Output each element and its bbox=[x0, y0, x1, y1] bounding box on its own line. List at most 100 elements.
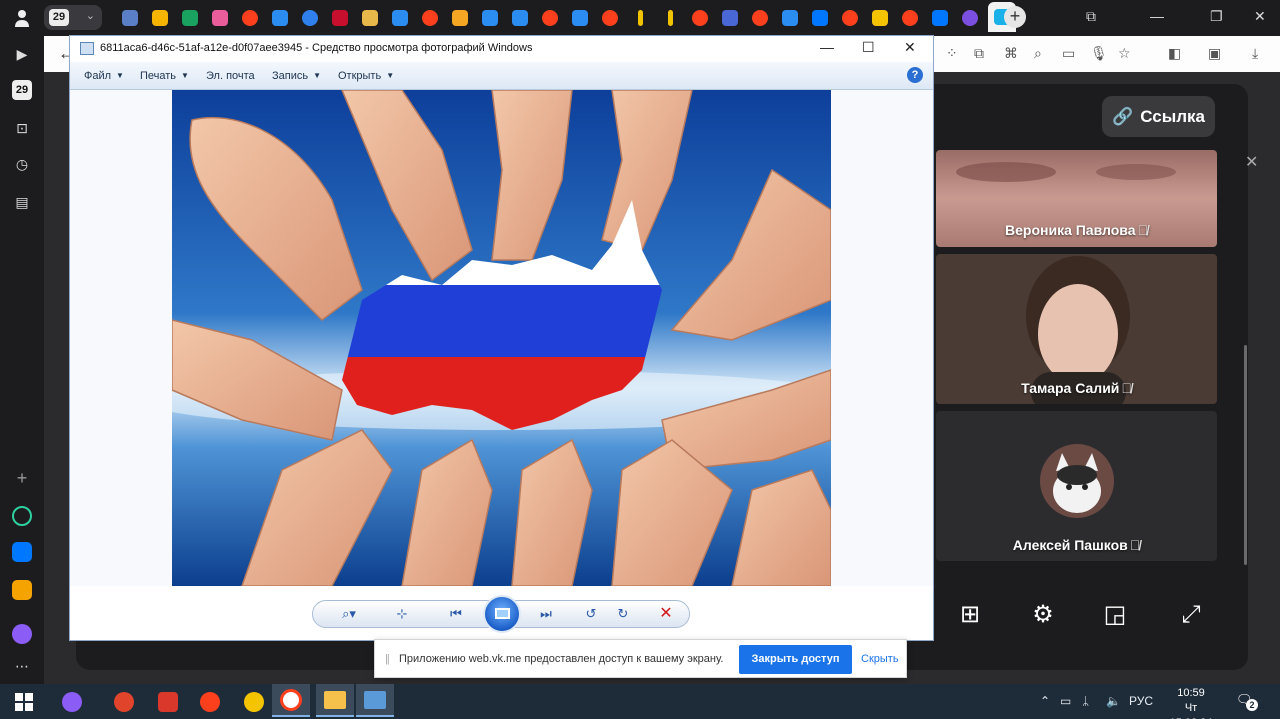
sidebar-toggle-icon[interactable]: ◧ bbox=[1168, 45, 1181, 62]
tray-expand-icon[interactable]: ⌃ bbox=[1040, 694, 1050, 708]
photo-viewer-icon[interactable] bbox=[356, 684, 394, 717]
settings-gear-icon[interactable]: ⚙ bbox=[1028, 600, 1058, 630]
yandex-browser-icon[interactable] bbox=[272, 684, 310, 717]
actual-size-icon[interactable]: ⊹ bbox=[391, 605, 413, 623]
tab-counter-button[interactable]: 29 ⌄ bbox=[44, 5, 102, 30]
menu-open[interactable]: Открыть ▼ bbox=[338, 70, 394, 82]
alice-play-icon[interactable]: ▶ bbox=[12, 44, 32, 64]
ccleaner-icon[interactable] bbox=[112, 690, 136, 714]
tab-yandex-icon[interactable] bbox=[538, 6, 562, 30]
minimize-icon[interactable]: — bbox=[820, 39, 834, 55]
tab-play-icon[interactable] bbox=[388, 6, 412, 30]
tab-uk-flag-icon[interactable] bbox=[328, 6, 352, 30]
collections-icon[interactable]: ▤ bbox=[12, 192, 32, 212]
tab-play-icon[interactable] bbox=[778, 6, 802, 30]
toggle-icon[interactable] bbox=[12, 506, 32, 526]
close-icon[interactable]: ✕ bbox=[1245, 152, 1258, 172]
tab-r-circle-icon[interactable] bbox=[298, 6, 322, 30]
taskbar-clock[interactable]: 10:59 Чт 15.02.24 bbox=[1162, 686, 1220, 719]
participant-tile[interactable]: Вероника Павлова 🎙̸ bbox=[936, 150, 1217, 247]
extensions-icon[interactable]: ⁘ bbox=[946, 45, 958, 62]
participant-tile[interactable]: Тамара Салий 🎙̸ bbox=[936, 254, 1217, 404]
profile-icon[interactable] bbox=[12, 8, 32, 28]
tab-info-icon[interactable] bbox=[658, 6, 682, 30]
tab-hand-icon[interactable] bbox=[208, 6, 232, 30]
tab-image-icon[interactable] bbox=[448, 6, 472, 30]
tab-yandex-icon[interactable] bbox=[838, 6, 862, 30]
new-tab-button[interactable]: + bbox=[1004, 6, 1026, 28]
tabs-count-badge[interactable]: 29 bbox=[12, 80, 32, 100]
tab-play-icon[interactable] bbox=[508, 6, 532, 30]
account-sync-icon[interactable]: ▣ bbox=[1208, 45, 1221, 62]
grid-layout-icon[interactable]: ⊞ bbox=[955, 600, 985, 630]
network-icon[interactable]: ▭ bbox=[1060, 694, 1071, 708]
more-icon[interactable]: ⋯ bbox=[12, 656, 32, 676]
tab-bookmark-icon[interactable] bbox=[358, 6, 382, 30]
tab-alice-icon[interactable] bbox=[958, 6, 982, 30]
notifications-icon[interactable]: 🗨 2 bbox=[1236, 692, 1258, 711]
camera-icon[interactable]: ▭ bbox=[1062, 45, 1075, 62]
tab-slides-icon[interactable] bbox=[148, 6, 172, 30]
history-icon[interactable]: ◷ bbox=[12, 154, 32, 174]
previous-icon[interactable]: ⏮ bbox=[443, 605, 469, 623]
participants-scrollbar[interactable] bbox=[1244, 345, 1247, 565]
delete-icon[interactable]: ✕ bbox=[655, 605, 677, 623]
zoom-icon[interactable]: ⌕ bbox=[1034, 45, 1042, 62]
close-window-icon[interactable]: ✕ bbox=[1254, 8, 1266, 25]
tab-r-icon[interactable] bbox=[178, 6, 202, 30]
tab-image-icon[interactable] bbox=[868, 6, 892, 30]
file-explorer-icon[interactable] bbox=[316, 684, 354, 717]
tab-book-icon[interactable] bbox=[118, 6, 142, 30]
vk-icon[interactable] bbox=[12, 542, 32, 562]
help-icon[interactable]: ? bbox=[907, 67, 923, 83]
rotate-right-icon[interactable]: ↻ bbox=[613, 605, 633, 623]
slideshow-button[interactable] bbox=[483, 595, 521, 633]
volume-icon[interactable]: 🔈 bbox=[1106, 694, 1121, 708]
tab-yandex-icon[interactable] bbox=[898, 6, 922, 30]
yandex-icon[interactable] bbox=[198, 690, 222, 714]
stop-sharing-button[interactable]: Закрыть доступ bbox=[739, 645, 852, 674]
viewer-canvas[interactable] bbox=[70, 90, 933, 586]
tab-yandex-icon[interactable] bbox=[238, 6, 262, 30]
participant-tile[interactable]: Алексей Пашков 🎙̸ bbox=[936, 411, 1217, 561]
tab-info-icon[interactable] bbox=[628, 6, 652, 30]
start-windows-icon[interactable] bbox=[12, 690, 36, 714]
rotate-left-icon[interactable]: ↺ bbox=[581, 605, 601, 623]
audio-icon[interactable]: ᛦ bbox=[1082, 694, 1089, 708]
tab-yandex-icon[interactable] bbox=[418, 6, 442, 30]
copy-icon[interactable]: ⧉ bbox=[974, 45, 984, 62]
alice-icon[interactable] bbox=[12, 624, 32, 644]
restore-icon[interactable]: ❐ bbox=[1210, 8, 1223, 25]
download-icon[interactable]: ⤓ bbox=[1252, 45, 1258, 62]
alice-icon[interactable] bbox=[60, 690, 84, 714]
close-icon[interactable]: ✕ bbox=[904, 39, 916, 56]
next-icon[interactable]: ⏭ bbox=[533, 605, 559, 623]
picture-in-picture-icon[interactable]: ◲ bbox=[1100, 600, 1130, 630]
drag-handle-icon[interactable]: || bbox=[385, 653, 390, 665]
fullscreen-icon[interactable]: ⤢ bbox=[1176, 600, 1206, 630]
tab-yandex-icon[interactable] bbox=[598, 6, 622, 30]
tabs-manager-icon[interactable]: ⧉ bbox=[1086, 8, 1096, 25]
tab-play-icon[interactable] bbox=[268, 6, 292, 30]
zoom-icon[interactable]: ⌕▾ bbox=[335, 605, 363, 623]
screenshot-icon[interactable]: ⊡ bbox=[12, 118, 32, 138]
hide-button[interactable]: Скрыть bbox=[861, 653, 899, 665]
maximize-icon[interactable]: ☐ bbox=[862, 39, 875, 56]
gdrive-icon[interactable] bbox=[242, 690, 266, 714]
mail-icon[interactable] bbox=[12, 580, 32, 600]
keyboard-language[interactable]: РУС bbox=[1129, 694, 1153, 708]
menu-burn[interactable]: Запись ▼ bbox=[272, 70, 321, 82]
menu-email[interactable]: Эл. почта bbox=[206, 70, 255, 82]
menu-print[interactable]: Печать ▼ bbox=[140, 70, 189, 82]
add-panel-icon[interactable]: + bbox=[12, 468, 32, 488]
translate-icon[interactable]: ⌘ bbox=[1004, 45, 1018, 62]
bookmark-icon[interactable]: ☆ bbox=[1118, 45, 1131, 62]
microphone-icon[interactable]: 🎙 bbox=[1090, 45, 1108, 62]
tab-play-icon[interactable] bbox=[478, 6, 502, 30]
tab-vk-icon[interactable] bbox=[808, 6, 832, 30]
p-app-icon[interactable] bbox=[156, 690, 180, 714]
tab-yandex-icon[interactable] bbox=[688, 6, 712, 30]
tab-yandex-icon[interactable] bbox=[748, 6, 772, 30]
tab-play-icon[interactable] bbox=[568, 6, 592, 30]
copy-link-button[interactable]: 🔗 Ссылка bbox=[1102, 96, 1215, 137]
